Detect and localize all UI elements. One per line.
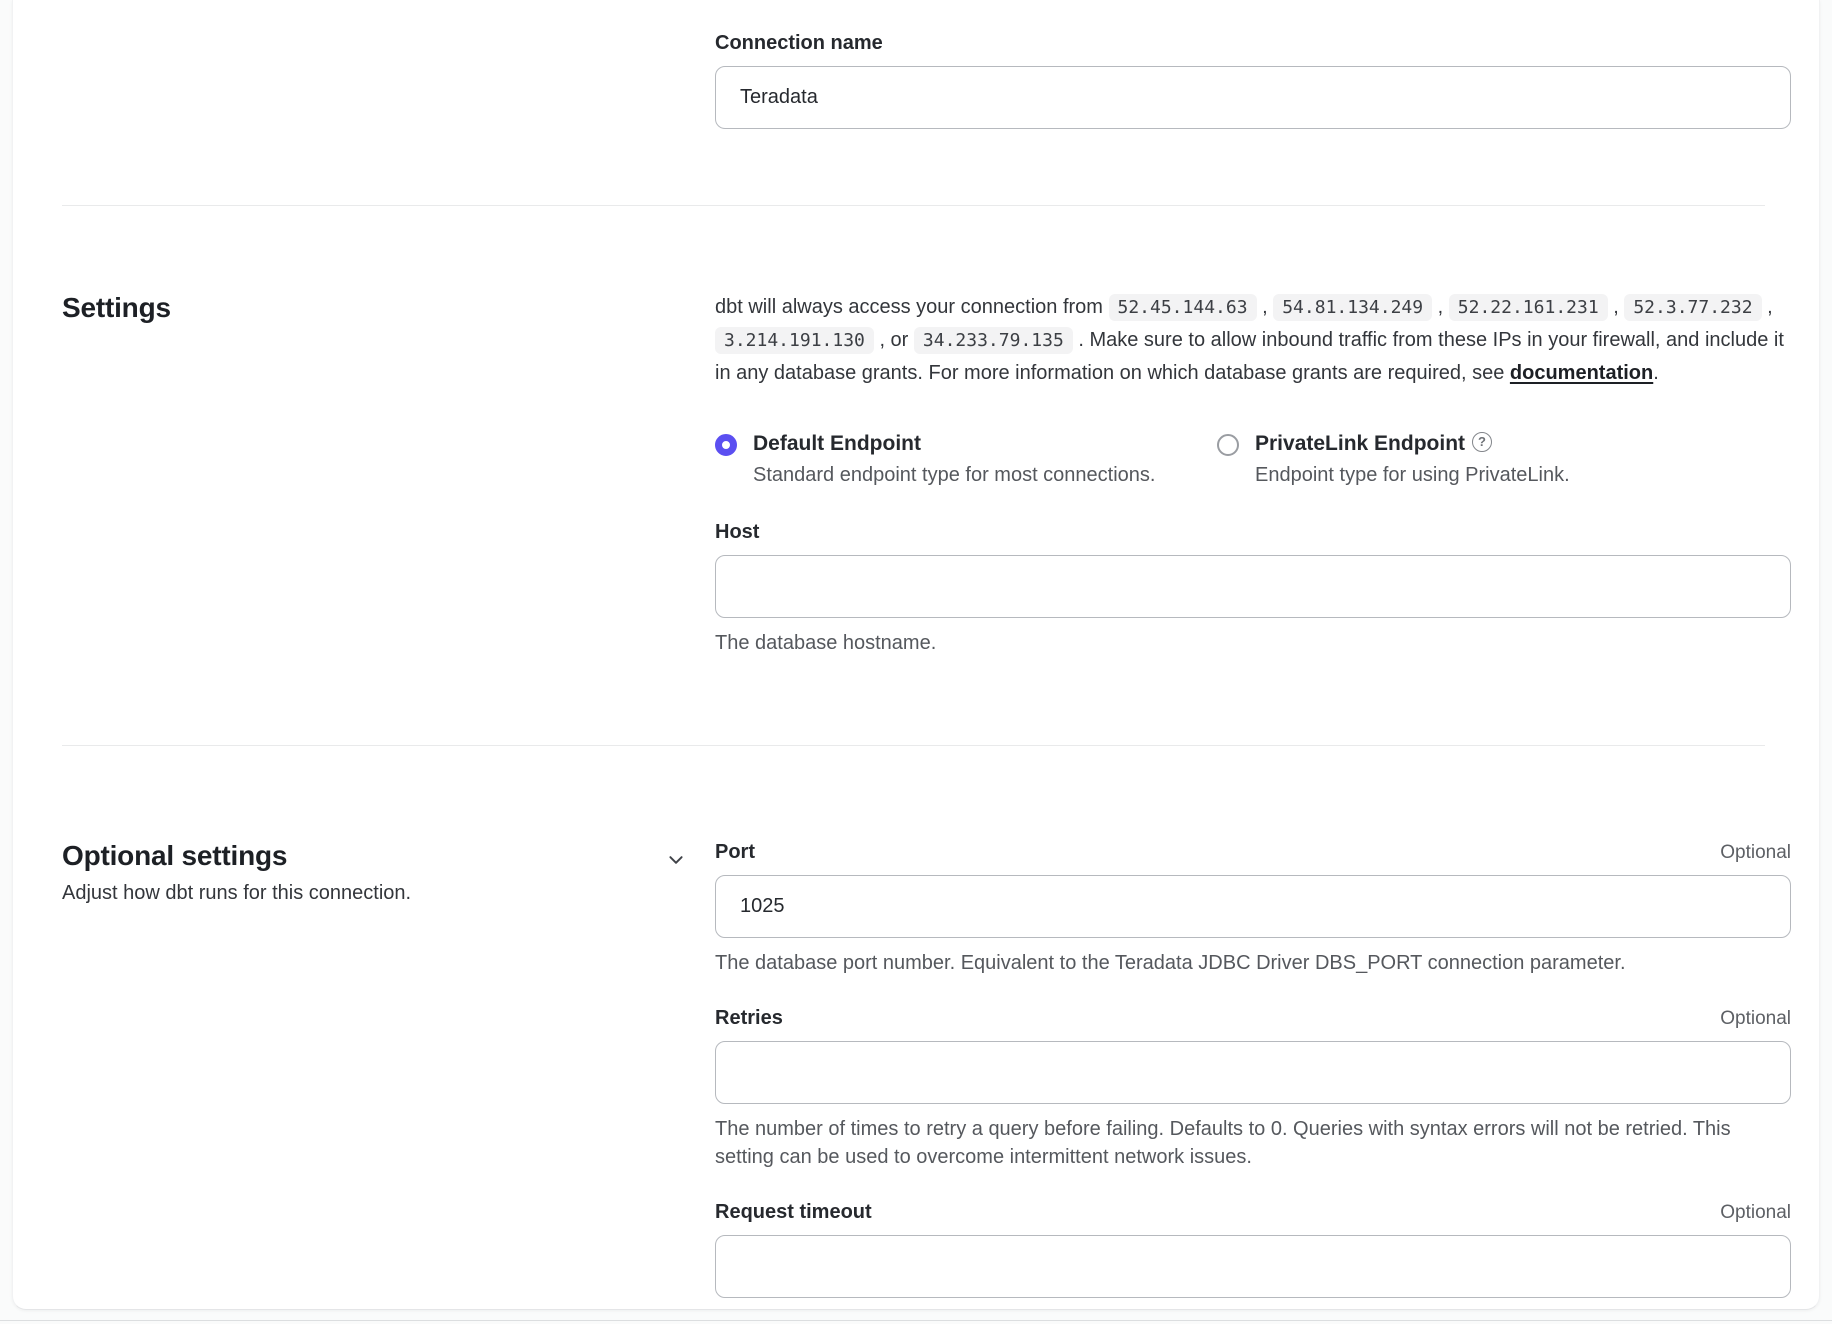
host-field-group: Host The database hostname.: [715, 519, 1791, 657]
request-timeout-field-group: Request timeout Optional The timeout for…: [715, 1199, 1791, 1310]
chevron-down-icon: [667, 851, 685, 869]
host-input[interactable]: [715, 555, 1791, 618]
settings-intro: dbt will always access your connection f…: [715, 291, 1791, 389]
retries-label: Retries: [715, 1005, 783, 1031]
radio-option-privatelink-endpoint[interactable]: PrivateLink Endpoint? Endpoint type for …: [1217, 431, 1719, 489]
radio-selected-icon[interactable]: [715, 434, 737, 456]
ip-address-chip: 3.214.191.130: [715, 327, 874, 354]
connection-name-input[interactable]: [715, 66, 1791, 129]
endpoint-radio-group: Default Endpoint Standard endpoint type …: [715, 431, 1791, 489]
intro-text: ,: [1608, 296, 1625, 318]
window-bottom-edge: [0, 1320, 1832, 1321]
port-helper-text: The database port number. Equivalent to …: [715, 949, 1791, 977]
optional-badge: Optional: [1720, 1202, 1791, 1224]
retries-field-group: Retries Optional The number of times to …: [715, 1005, 1791, 1171]
optional-settings-title: Optional settings: [62, 839, 411, 873]
host-label: Host: [715, 519, 1791, 545]
settings-section: Settings dbt will always access your con…: [62, 206, 1765, 657]
help-icon[interactable]: ?: [1472, 432, 1492, 452]
port-field-group: Port Optional The database port number. …: [715, 839, 1791, 977]
connection-name-label: Connection name: [715, 30, 1791, 56]
retries-input[interactable]: [715, 1041, 1791, 1104]
settings-card: Connection name Settings dbt will always…: [12, 0, 1820, 1310]
radio-unselected-icon[interactable]: [1217, 434, 1239, 456]
intro-text: ,: [1762, 296, 1773, 318]
collapse-section-button[interactable]: [663, 847, 689, 876]
intro-text: ,: [1257, 296, 1274, 318]
documentation-link[interactable]: documentation: [1510, 362, 1653, 384]
intro-text: , or: [874, 329, 914, 351]
ip-address-chip: 52.45.144.63: [1109, 294, 1257, 321]
optional-badge: Optional: [1720, 842, 1791, 864]
ip-address-chip: 52.22.161.231: [1449, 294, 1608, 321]
intro-text: ,: [1432, 296, 1449, 318]
radio-label: PrivateLink Endpoint: [1255, 432, 1465, 455]
ip-address-chip: 52.3.77.232: [1624, 294, 1761, 321]
intro-text: dbt will always access your connection f…: [715, 296, 1109, 318]
intro-text: .: [1653, 362, 1659, 384]
radio-label: Default Endpoint: [753, 432, 921, 455]
connection-name-section: Connection name: [715, 0, 1791, 129]
optional-settings-section: Optional settings Adjust how dbt runs fo…: [62, 746, 1765, 1310]
radio-description: Standard endpoint type for most connecti…: [753, 461, 1155, 489]
port-input[interactable]: [715, 875, 1791, 938]
optional-badge: Optional: [1720, 1008, 1791, 1030]
ip-address-chip: 54.81.134.249: [1273, 294, 1432, 321]
ip-address-chip: 34.233.79.135: [914, 327, 1073, 354]
optional-settings-subtitle: Adjust how dbt runs for this connection.: [62, 879, 411, 907]
retries-helper-text: The number of times to retry a query bef…: [715, 1115, 1791, 1171]
request-timeout-helper-text: The timeout for executing each SQL reque…: [715, 1309, 1791, 1310]
radio-option-default-endpoint[interactable]: Default Endpoint Standard endpoint type …: [715, 431, 1217, 489]
host-helper-text: The database hostname.: [715, 629, 1791, 657]
request-timeout-input[interactable]: [715, 1235, 1791, 1298]
settings-title: Settings: [62, 291, 171, 325]
radio-description: Endpoint type for using PrivateLink.: [1255, 461, 1570, 489]
port-label: Port: [715, 839, 755, 865]
request-timeout-label: Request timeout: [715, 1199, 872, 1225]
